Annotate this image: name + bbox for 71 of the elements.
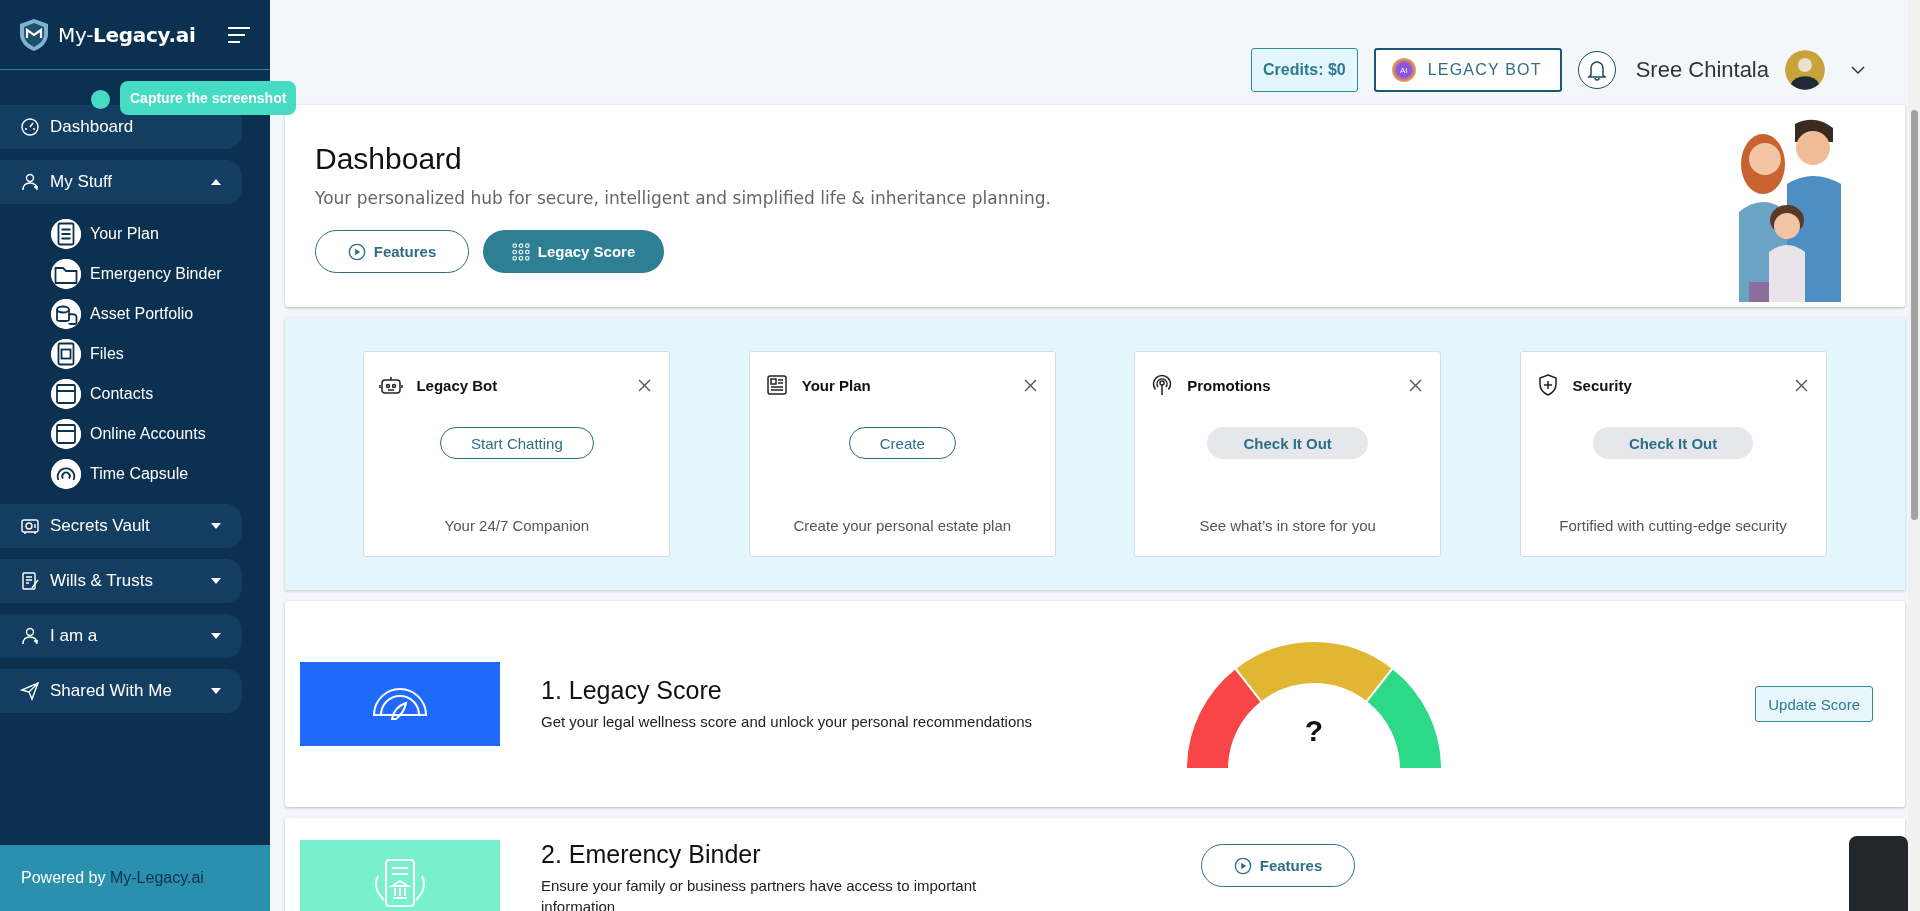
folder-icon (51, 259, 81, 289)
shield-logo-icon (18, 17, 50, 52)
close-icon[interactable] (1794, 378, 1808, 392)
person-icon (20, 172, 40, 192)
close-icon[interactable] (638, 378, 652, 392)
newspaper-icon (764, 373, 789, 397)
card-action-button[interactable]: Create (848, 427, 956, 459)
card-title: Security (1572, 376, 1632, 394)
paper-plane-icon (20, 681, 40, 701)
sidebar-subitem[interactable]: Files (90, 345, 124, 363)
tooltip-dot (91, 90, 110, 109)
card-action-button[interactable]: Start Chatting (440, 427, 594, 459)
card-description: Your 24/7 Companion (444, 517, 590, 534)
update-score-button[interactable]: Update Score (1755, 686, 1873, 722)
sidebar-subitem[interactable]: Contacts (90, 385, 154, 403)
file-icon (51, 339, 81, 369)
card-description: See what’s in store for you (1199, 517, 1376, 534)
safe-icon (20, 516, 40, 536)
play-icon (347, 242, 366, 261)
chevron-down-icon[interactable] (1851, 65, 1865, 75)
sidebar-item[interactable]: Wills & Trusts (0, 559, 242, 603)
sidebar-item[interactable]: Secrets Vault (0, 504, 242, 548)
tooltip: Capture the screenshot (120, 81, 297, 115)
window-icon (51, 379, 81, 409)
ai-badge: AI (1391, 58, 1416, 82)
user-name: Sree Chintala (1635, 57, 1769, 83)
sidebar-item[interactable]: I am a (0, 614, 242, 658)
page-title: Dashboard (315, 142, 463, 176)
page-subtitle: Your personalized hub for secure, intelligent and simplified life & inheritance planning. (315, 188, 1052, 208)
play-icon (1233, 856, 1252, 875)
card-title: Promotions (1187, 376, 1271, 394)
avatar[interactable] (1785, 50, 1825, 90)
card-action-button[interactable]: Check It Out (1207, 427, 1368, 459)
card-action-button[interactable]: Check It Out (1592, 427, 1754, 459)
card-title: Legacy Bot (416, 376, 498, 394)
logo-text: My-Legacy.ai (58, 22, 196, 47)
features-button[interactable]: Features (315, 230, 469, 273)
dots-grid-icon (511, 242, 530, 261)
document-pen-icon (20, 571, 40, 591)
person-icon (20, 626, 40, 646)
footer-link[interactable]: My-Legacy.ai (109, 869, 204, 887)
sidebar-subitem[interactable]: Emergency Binder (90, 265, 222, 283)
sidebar-item[interactable]: Shared With Me (0, 669, 242, 713)
sidebar-subitem[interactable]: Time Capsule (90, 465, 189, 483)
spiral-icon (51, 459, 81, 489)
close-icon[interactable] (1409, 378, 1423, 392)
credits-button[interactable]: Credits: $0 (1251, 48, 1358, 92)
section-description: Get your legal wellness score and unlock your personal recommendations (541, 712, 1034, 732)
section-title: 2. Emerency Binder (541, 840, 762, 869)
score-button[interactable]: Legacy Score (483, 230, 664, 273)
legacy-bot-button[interactable]: AI LEGACY BOT (1373, 48, 1562, 92)
notification-button[interactable] (1577, 51, 1616, 89)
sidebar-subitem[interactable]: Asset Portfolio (90, 305, 194, 323)
close-icon[interactable] (1023, 378, 1037, 392)
card-description: Fortified with cutting-edge security (1559, 517, 1787, 534)
bell-icon (1586, 59, 1607, 81)
features-button[interactable]: Features (1201, 844, 1355, 887)
dashboard-gauge-icon (20, 117, 40, 137)
document-icon (51, 219, 81, 249)
powered-by-text: Powered by (21, 869, 107, 887)
scrollbar[interactable] (1908, 0, 1920, 911)
card-title: Your Plan (801, 376, 871, 394)
coins-icon (51, 299, 81, 329)
section-title: 1. Legacy Score (541, 676, 723, 705)
card-description: Create your personal estate plan (793, 517, 1012, 534)
sidebar-subitem[interactable]: Your Plan (90, 225, 159, 243)
sidebar-subitem[interactable]: Online Accounts (90, 425, 206, 443)
score-value: ? (1304, 714, 1324, 747)
menu-icon[interactable] (226, 24, 252, 45)
window-icon (51, 419, 81, 449)
sidebar-item[interactable]: My Stuff (0, 160, 242, 204)
